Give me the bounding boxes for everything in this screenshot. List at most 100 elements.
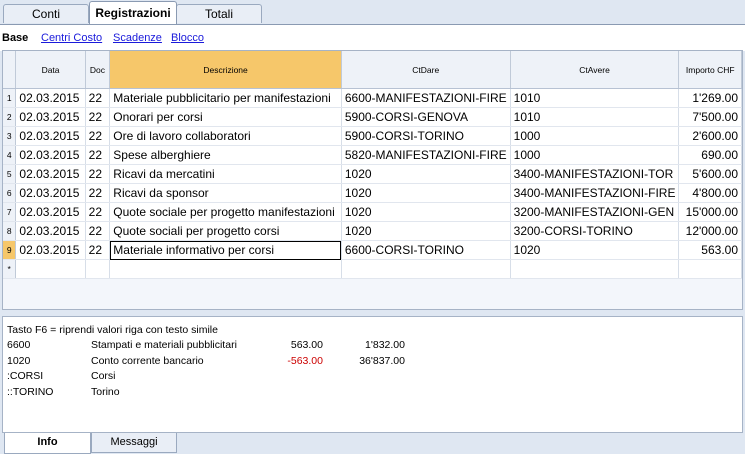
tab-totali[interactable]: Totali — [176, 4, 262, 23]
cell-ctavere[interactable]: 1010 — [510, 88, 680, 108]
cell-doc[interactable]: 22 — [85, 164, 111, 184]
cell-data[interactable]: 02.03.2015 — [15, 221, 86, 241]
cell-importo[interactable]: 4'800.00 — [678, 183, 742, 203]
cell-ctdare[interactable]: 5900-CORSI-GENOVA — [341, 107, 511, 127]
column-header-doc[interactable]: Doc — [85, 51, 111, 89]
cell-data[interactable]: 02.03.2015 — [15, 240, 86, 260]
top-tab-bar: Conti Totali Registrazioni — [0, 0, 745, 24]
cell-importo[interactable]: 563.00 — [678, 240, 742, 260]
cell-importo[interactable]: 12'000.00 — [678, 221, 742, 241]
cell-ctavere[interactable]: 1000 — [510, 145, 680, 165]
table-row[interactable]: 7 02.03.2015 22 Quote sociale per progetto … — [3, 202, 742, 222]
cell-descrizione[interactable]: Spese alberghiere — [109, 145, 342, 165]
row-number[interactable]: 7 — [3, 202, 17, 222]
column-header-data[interactable]: Data — [15, 51, 86, 89]
row-number[interactable]: 5 — [3, 164, 17, 184]
info-account-line: ::TORINO Torino — [7, 385, 740, 399]
column-header-ctavere[interactable]: CtAvere — [510, 51, 680, 89]
column-header-descrizione[interactable]: Descrizione — [109, 51, 342, 89]
row-number[interactable]: 1 — [3, 88, 17, 108]
table-row[interactable]: 4 02.03.2015 22 Spese alberghiere 5820-MANIF… — [3, 145, 742, 165]
table-header-row: Data Doc Descrizione CtDare CtAvere Impo… — [3, 51, 742, 89]
cell-importo[interactable]: 5'600.00 — [678, 164, 742, 184]
cell-data[interactable]: 02.03.2015 — [15, 202, 86, 222]
table-row[interactable]: 5 02.03.2015 22 Ricavi da mercatini 1020 3400… — [3, 164, 742, 184]
cell-descrizione[interactable]: Materiale pubblicitario per manifestazio… — [109, 88, 342, 108]
cell-data[interactable]: 02.03.2015 — [15, 126, 86, 146]
cell-descrizione[interactable]: Ricavi da sponsor — [109, 183, 342, 203]
cell-ctavere[interactable]: 1010 — [510, 107, 680, 127]
cell-ctavere[interactable]: 3400-MANIFESTAZIONI-TOR — [510, 164, 680, 184]
row-number[interactable]: 6 — [3, 183, 17, 203]
view-base[interactable]: Base — [2, 32, 28, 44]
tab-conti[interactable]: Conti — [3, 4, 89, 23]
cell-importo[interactable]: 2'600.00 — [678, 126, 742, 146]
new-row-marker[interactable]: * — [3, 259, 17, 279]
bottom-tab-bar: Info Messaggi — [0, 433, 745, 454]
cell-doc[interactable]: 22 — [85, 145, 111, 165]
transactions-grid[interactable]: Data Doc Descrizione CtDare CtAvere Impo… — [2, 50, 743, 310]
row-number[interactable]: 2 — [3, 107, 17, 127]
cell-ctdare[interactable]: 1020 — [341, 202, 511, 222]
cell-ctdare[interactable]: 6600-MANIFESTAZIONI-FIRE — [341, 88, 511, 108]
cell-ctdare[interactable]: 1020 — [341, 164, 511, 184]
empty-cell[interactable] — [678, 259, 742, 279]
cell-descrizione[interactable]: Quote sociali per progetto corsi — [109, 221, 342, 241]
cell-ctdare[interactable]: 5820-MANIFESTAZIONI-FIRE — [341, 145, 511, 165]
table-row[interactable]: 2 02.03.2015 22 Onorari per corsi 5900-CORSI… — [3, 107, 742, 127]
row-number[interactable]: 4 — [3, 145, 17, 165]
cell-ctavere[interactable]: 1020 — [510, 240, 680, 260]
cell-doc[interactable]: 22 — [85, 88, 111, 108]
cell-ctdare[interactable]: 1020 — [341, 221, 511, 241]
row-number[interactable]: 3 — [3, 126, 17, 146]
new-row[interactable]: * — [3, 259, 742, 279]
empty-cell[interactable] — [109, 259, 342, 279]
cell-doc[interactable]: 22 — [85, 221, 111, 241]
view-scadenze-link[interactable]: Scadenze — [113, 32, 162, 44]
view-centri-costo-link[interactable]: Centri Costo — [41, 32, 102, 44]
cell-descrizione[interactable]: Materiale informativo per corsi — [109, 240, 342, 260]
cell-data[interactable]: 02.03.2015 — [15, 107, 86, 127]
cell-importo[interactable]: 7'500.00 — [678, 107, 742, 127]
cell-ctdare[interactable]: 1020 — [341, 183, 511, 203]
column-header-importo[interactable]: Importo CHF — [678, 51, 742, 89]
cell-doc[interactable]: 22 — [85, 126, 111, 146]
tab-messaggi[interactable]: Messaggi — [91, 433, 177, 453]
cell-data[interactable]: 02.03.2015 — [15, 88, 86, 108]
cell-descrizione[interactable]: Ore di lavoro collaboratori — [109, 126, 342, 146]
cell-ctavere[interactable]: 3200-CORSI-TORINO — [510, 221, 680, 241]
cell-descrizione[interactable]: Quote sociale per progetto manifestazion… — [109, 202, 342, 222]
cell-doc[interactable]: 22 — [85, 107, 111, 127]
table-row[interactable]: 1 02.03.2015 22 Materiale pubblicitario per… — [3, 88, 742, 108]
table-row[interactable]: 3 02.03.2015 22 Ore di lavoro collaboratori… — [3, 126, 742, 146]
cell-data[interactable]: 02.03.2015 — [15, 164, 86, 184]
cell-ctavere[interactable]: 3200-MANIFESTAZIONI-GEN — [510, 202, 680, 222]
empty-cell[interactable] — [85, 259, 111, 279]
cell-ctdare[interactable]: 6600-CORSI-TORINO — [341, 240, 511, 260]
column-header-ctdare[interactable]: CtDare — [341, 51, 511, 89]
cell-importo[interactable]: 15'000.00 — [678, 202, 742, 222]
cell-doc[interactable]: 22 — [85, 202, 111, 222]
table-row[interactable]: 8 02.03.2015 22 Quote sociali per progetto … — [3, 221, 742, 241]
tab-info[interactable]: Info — [4, 433, 91, 454]
cell-data[interactable]: 02.03.2015 — [15, 145, 86, 165]
cell-ctavere[interactable]: 1000 — [510, 126, 680, 146]
tab-registrazioni[interactable]: Registrazioni — [89, 1, 177, 24]
cell-descrizione[interactable]: Onorari per corsi — [109, 107, 342, 127]
cell-doc[interactable]: 22 — [85, 183, 111, 203]
row-number[interactable]: 8 — [3, 221, 17, 241]
cell-descrizione[interactable]: Ricavi da mercatini — [109, 164, 342, 184]
empty-cell[interactable] — [341, 259, 511, 279]
cell-doc[interactable]: 22 — [85, 240, 111, 260]
empty-cell[interactable] — [510, 259, 680, 279]
row-number[interactable]: 9 — [3, 240, 17, 260]
cell-importo[interactable]: 1'269.00 — [678, 88, 742, 108]
table-row[interactable]: 9 02.03.2015 22 Materiale informativo per c… — [3, 240, 742, 260]
empty-cell[interactable] — [15, 259, 86, 279]
cell-ctavere[interactable]: 3400-MANIFESTAZIONI-FIRE — [510, 183, 680, 203]
table-row[interactable]: 6 02.03.2015 22 Ricavi da sponsor 1020 3400-M… — [3, 183, 742, 203]
view-blocco-link[interactable]: Blocco — [171, 32, 204, 44]
cell-importo[interactable]: 690.00 — [678, 145, 742, 165]
cell-data[interactable]: 02.03.2015 — [15, 183, 86, 203]
cell-ctdare[interactable]: 5900-CORSI-TORINO — [341, 126, 511, 146]
